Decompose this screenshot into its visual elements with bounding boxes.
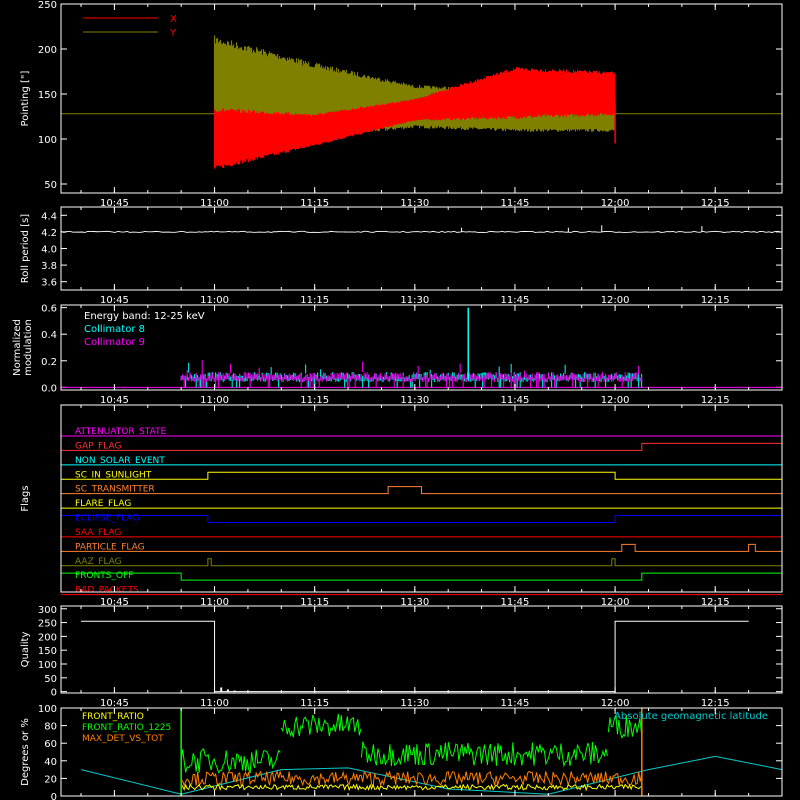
modulation-annotation: Energy band: 12-25 keV [84,311,205,322]
modulation-x-tick-label: 11:00 [200,395,229,406]
quality-y-tick-label: 150 [38,646,57,657]
quality-y-tick-label: 300 [38,605,57,616]
front-legend-label: FRONT_RATIO [82,712,144,722]
quality-y-tick-label: 0 [51,688,57,699]
modulation-x-tick-label: 12:15 [701,395,730,406]
quality-y-tick-label: 250 [38,619,57,630]
front-legend-label: FRONT_RATIO_1225 [82,723,171,733]
modulation-x-tick-label: 10:45 [100,395,129,406]
quality-x-tick-label: 11:45 [501,698,530,709]
latitude-label: Absolute geomagnetic latitude [614,711,768,722]
front-y-tick-label: 60 [44,739,57,750]
roll-ylabel: Roll period [s] [20,214,31,283]
legend-label-x: X [170,14,177,25]
pointing-y-tick-label: 150 [38,90,57,101]
modulation-ylabel: Normalized [12,319,23,376]
roll-y-tick-label: 4.2 [41,228,57,239]
quality-x-tick-label: 11:00 [200,698,229,709]
front-y-tick-label: 80 [44,722,57,733]
modulation-x-tick-label: 12:00 [601,395,630,406]
roll-x-tick-label: 11:15 [300,295,329,306]
legend-label-collimator-8: Collimator 8 [84,324,145,335]
roll-x-tick-label: 11:00 [200,295,229,306]
front-y-tick-label: 40 [44,757,57,768]
modulation-x-tick-label: 11:45 [501,395,530,406]
roll-x-tick-label: 11:30 [400,295,429,306]
front-y-tick-label: 20 [44,774,57,785]
modulation-y-tick-label: 0.2 [41,357,57,368]
modulation-ylabel: modulation [23,319,34,376]
quality-y-tick-label: 200 [38,632,57,643]
quality-y-tick-label: 50 [44,674,57,685]
pointing-y-tick-label: 250 [38,0,57,11]
roll-x-tick-label: 12:00 [601,295,630,306]
legend-label-collimator-9: Collimator 9 [84,337,145,348]
roll-y-tick-label: 3.6 [41,278,57,289]
roll-y-tick-label: 4.0 [41,245,57,256]
front-legend-label: MAX_DET_VS_TOT [82,734,164,744]
pointing-y-tick-label: 200 [38,45,57,56]
roll-y-tick-label: 4.4 [41,211,57,222]
roll-x-tick-label: 12:15 [701,295,730,306]
pointing-y-tick-label: 100 [38,135,57,146]
modulation-y-tick-label: 0.0 [41,383,57,394]
quality-x-tick-label: 11:15 [300,698,329,709]
pointing-y-tick-label: 50 [44,180,57,191]
flags-ylabel: Flags [20,485,31,511]
modulation-y-tick-label: 0.6 [41,304,57,315]
quality-x-tick-label: 12:00 [601,698,630,709]
front-ylabel: Degrees or % [20,718,31,786]
pointing-ylabel: Pointing ["] [20,70,31,126]
modulation-y-tick-label: 0.4 [41,330,57,341]
modulation-x-tick-label: 11:30 [400,395,429,406]
modulation-x-tick-label: 11:15 [300,395,329,406]
roll-x-tick-label: 11:45 [501,295,530,306]
quality-x-tick-label: 12:15 [701,698,730,709]
quality-y-tick-label: 100 [38,660,57,671]
quality-ylabel: Quality [20,632,31,668]
front-y-tick-label: 0 [51,792,57,800]
quality-x-tick-label: 10:45 [100,698,129,709]
front-y-tick-label: 100 [38,704,57,715]
rhessi-quicklook-chart: 50100150200250XY10:45 11:00 11:15 11:30 11:4… [0,0,800,800]
roll-y-tick-label: 3.8 [41,261,57,272]
roll-x-tick-label: 10:45 [100,295,129,306]
quality-x-tick-label: 11:30 [400,698,429,709]
legend-label-y: Y [169,28,177,39]
